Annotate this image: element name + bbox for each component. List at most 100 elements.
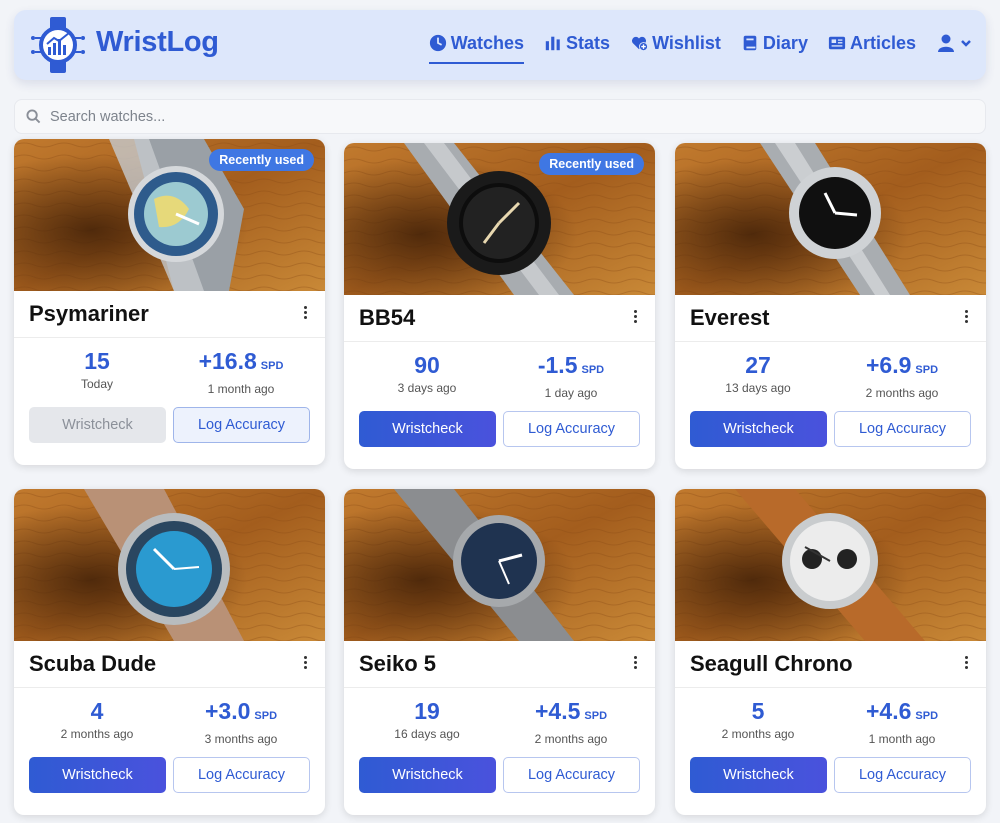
accuracy-value: +4.6 (865, 698, 912, 724)
watch-photo[interactable] (344, 489, 655, 641)
more-options-icon[interactable] (960, 310, 972, 328)
wear-count-stat: 5 2 months ago (683, 697, 833, 741)
watch-photo[interactable] (675, 489, 986, 641)
wristlog-logo-icon[interactable] (28, 16, 88, 74)
divider (14, 687, 325, 688)
log-accuracy-button[interactable]: Log Accuracy (173, 407, 310, 443)
wear-count: 5 (751, 698, 765, 724)
wear-count-date: 2 months ago (60, 727, 134, 741)
divider (344, 341, 655, 342)
wristcheck-button[interactable]: Wristcheck (359, 757, 496, 793)
chevron-down-icon (961, 40, 971, 47)
book-icon (743, 35, 757, 51)
nav-articles[interactable]: Articles (828, 30, 916, 56)
user-icon (938, 34, 954, 52)
log-accuracy-button[interactable]: Log Accuracy (834, 411, 971, 447)
recently-used-badge: Recently used (209, 149, 314, 171)
more-options-icon[interactable] (629, 310, 641, 328)
accuracy-value: +4.5 (534, 698, 581, 724)
accuracy-stat: +4.6 SPD 1 month ago (827, 697, 977, 746)
wear-count-stat: 19 16 days ago (352, 697, 502, 741)
accuracy-unit: SPD (915, 710, 939, 722)
accuracy-date: 2 months ago (865, 386, 939, 400)
more-options-icon[interactable] (960, 656, 972, 674)
nav-stats[interactable]: Stats (544, 30, 610, 56)
watch-photo[interactable] (14, 489, 325, 641)
wear-count: 90 (414, 352, 440, 378)
wear-count-date: 2 months ago (721, 727, 795, 741)
heart-plus-icon (632, 36, 649, 52)
wristcheck-button[interactable]: Wristcheck (359, 411, 496, 447)
accuracy-unit: SPD (581, 364, 605, 376)
watch-photo[interactable] (675, 143, 986, 295)
wear-count-stat: 27 13 days ago (683, 351, 833, 395)
wear-count: 27 (745, 352, 771, 378)
nav-watches[interactable]: Watches (428, 30, 525, 64)
main-nav: Watches Stats Wishlist Diary Articles (409, 30, 972, 64)
log-accuracy-button[interactable]: Log Accuracy (834, 757, 971, 793)
accuracy-value: -1.5 (537, 352, 578, 378)
wristcheck-button[interactable]: Wristcheck (690, 757, 827, 793)
more-options-icon[interactable] (299, 306, 311, 324)
wear-count: 15 (84, 348, 110, 374)
accuracy-stat: +4.5 SPD 2 months ago (496, 697, 646, 746)
divider (14, 337, 325, 338)
accuracy-value: +6.9 (865, 352, 912, 378)
watch-name[interactable]: Everest (690, 305, 770, 331)
nav-wishlist-label: Wishlist (652, 32, 721, 53)
divider (344, 687, 655, 688)
watch-photo[interactable]: Recently used (14, 139, 325, 291)
brand-name[interactable]: WristLog (96, 26, 219, 59)
search-icon (26, 109, 41, 124)
user-menu[interactable] (936, 30, 972, 56)
accuracy-stat: -1.5 SPD 1 day ago (496, 351, 646, 400)
watch-name[interactable]: Seiko 5 (359, 651, 436, 677)
watch-card: Recently used Psymariner 15 Today +16.8 S… (14, 139, 325, 465)
watch-name[interactable]: Psymariner (29, 301, 149, 327)
wear-count-stat: 4 2 months ago (22, 697, 172, 741)
nav-articles-label: Articles (849, 32, 916, 53)
app-header: WristLog Watches Stats Wishlist Diary Ar… (14, 10, 986, 80)
accuracy-unit: SPD (915, 364, 939, 376)
newspaper-icon (828, 36, 846, 50)
more-options-icon[interactable] (629, 656, 641, 674)
watch-card: Recently used BB54 90 3 days ago -1.5 SPD… (344, 143, 655, 469)
wear-count-stat: 90 3 days ago (352, 351, 502, 395)
log-accuracy-button[interactable]: Log Accuracy (173, 757, 310, 793)
accuracy-value: +3.0 (204, 698, 251, 724)
search-bar (14, 99, 986, 134)
recently-used-badge: Recently used (539, 153, 644, 175)
nav-wishlist[interactable]: Wishlist (630, 30, 721, 56)
watch-card: Everest 27 13 days ago +6.9 SPD 2 months … (675, 143, 986, 469)
log-accuracy-button[interactable]: Log Accuracy (503, 757, 640, 793)
accuracy-date: 2 months ago (534, 732, 608, 746)
wristcheck-button[interactable]: Wristcheck (29, 407, 166, 443)
accuracy-stat: +6.9 SPD 2 months ago (827, 351, 977, 400)
watch-name[interactable]: BB54 (359, 305, 415, 331)
accuracy-unit: SPD (584, 710, 608, 722)
more-options-icon[interactable] (299, 656, 311, 674)
bar-chart-icon (545, 36, 560, 51)
wear-count-date: Today (80, 377, 114, 391)
wear-count-stat: 15 Today (22, 347, 172, 391)
divider (675, 341, 986, 342)
watch-card: Seagull Chrono 5 2 months ago +4.6 SPD 1 … (675, 489, 986, 815)
log-accuracy-button[interactable]: Log Accuracy (503, 411, 640, 447)
wear-count-date: 13 days ago (725, 381, 791, 395)
accuracy-date: 1 month ago (868, 732, 936, 746)
accuracy-stat: +3.0 SPD 3 months ago (166, 697, 316, 746)
search-input[interactable] (50, 108, 950, 125)
watch-name[interactable]: Scuba Dude (29, 651, 156, 677)
wristcheck-button[interactable]: Wristcheck (690, 411, 827, 447)
wristcheck-button[interactable]: Wristcheck (29, 757, 166, 793)
watch-name[interactable]: Seagull Chrono (690, 651, 853, 677)
watch-photo[interactable]: Recently used (344, 143, 655, 295)
divider (675, 687, 986, 688)
nav-diary-label: Diary (762, 32, 808, 53)
nav-diary[interactable]: Diary (741, 30, 808, 56)
accuracy-unit: SPD (260, 360, 284, 372)
accuracy-unit: SPD (254, 710, 278, 722)
wear-count-date: 16 days ago (394, 727, 460, 741)
nav-watches-label: Watches (450, 32, 525, 53)
clock-icon (429, 34, 446, 52)
